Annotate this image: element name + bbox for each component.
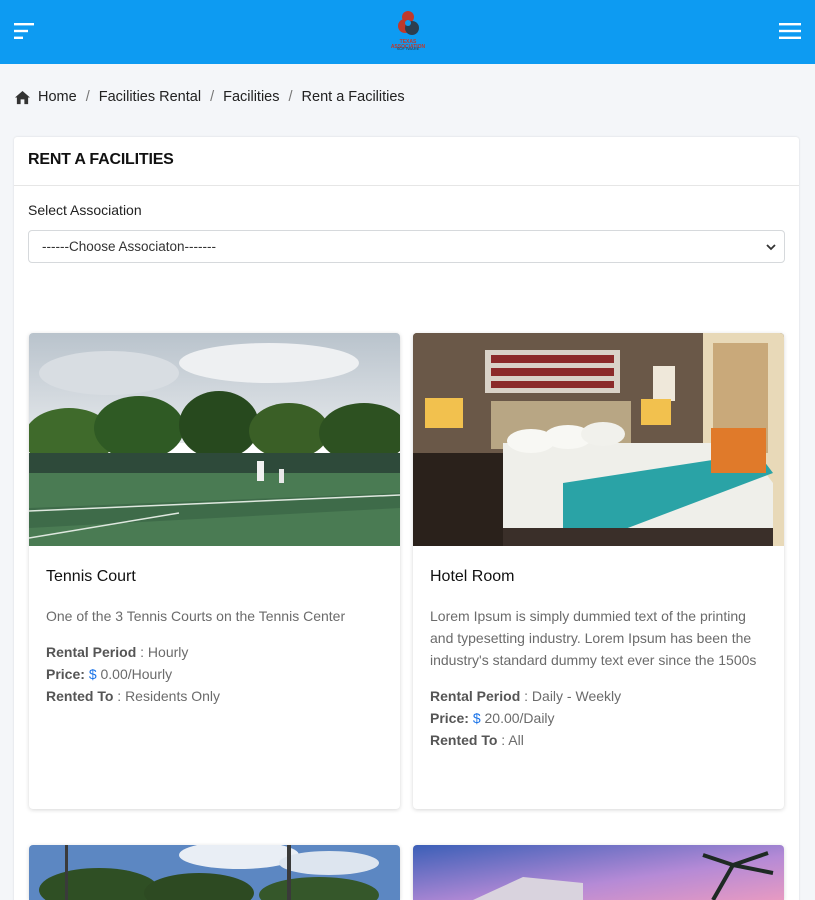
rental-period-row: Rental Period : Daily - Weekly — [430, 685, 767, 707]
home-icon — [15, 90, 30, 104]
facility-details: Rental Period : Hourly Price: $ 0.00/Hou… — [46, 641, 383, 707]
brand-logo[interactable]: TEXAS ASSOCIATION SOFTWARE — [384, 8, 432, 54]
facility-title[interactable]: Hotel Room — [430, 568, 784, 586]
rental-period-row: Rental Period : Hourly — [46, 641, 383, 663]
rented-to-label: Rented To — [430, 732, 498, 748]
currency-symbol: $ — [88, 666, 97, 682]
rental-period-value: : Hourly — [136, 644, 189, 660]
rented-to-row: Rented To : All — [430, 729, 767, 751]
page-title: RENT A FACILITIES — [14, 137, 799, 186]
breadcrumb-separator: / — [288, 89, 293, 105]
top-navbar: TEXAS ASSOCIATION SOFTWARE — [0, 0, 815, 64]
breadcrumb-separator: / — [85, 89, 90, 105]
facility-image-tennis-court — [29, 333, 400, 546]
logo-mark — [398, 11, 419, 35]
rented-to-label: Rented To — [46, 688, 114, 704]
breadcrumb: Home / Facilities Rental / Facilities / … — [14, 87, 405, 107]
facility-details: Rental Period : Daily - Weekly Price: $ … — [430, 685, 767, 751]
facility-image-hotel-room — [413, 333, 784, 546]
facility-description: Lorem Ipsum is simply dummied text of th… — [430, 608, 757, 668]
facility-card-partial-right[interactable] — [413, 845, 784, 900]
breadcrumb-home[interactable]: Home — [38, 89, 77, 105]
menu-icon[interactable] — [779, 22, 801, 40]
logo-line2: SOFTWARE — [396, 46, 420, 51]
rental-period-label: Rental Period — [430, 688, 521, 704]
breadcrumb-current: Rent a Facilities — [301, 89, 405, 105]
facility-description: One of the 3 Tennis Courts on the Tennis… — [46, 608, 346, 624]
price-label: Price: — [430, 710, 469, 726]
association-select-value: ------Choose Associaton------- — [42, 239, 217, 254]
breadcrumb-separator: / — [210, 89, 215, 105]
rented-to-row: Rented To : Residents Only — [46, 685, 383, 707]
price-label: Price: — [46, 666, 85, 682]
price-row: Price: $ 0.00/Hourly — [46, 663, 383, 685]
association-select[interactable]: ------Choose Associaton------- — [28, 230, 785, 263]
rental-period-label: Rental Period — [46, 644, 137, 660]
sidebar-toggle-icon[interactable] — [14, 22, 36, 40]
rented-to-value: : All — [497, 732, 524, 748]
breadcrumb-facilities-rental[interactable]: Facilities Rental — [99, 89, 201, 105]
price-value: 0.00/Hourly — [96, 666, 173, 682]
price-value: 20.00/Daily — [480, 710, 555, 726]
facility-card-partial-left[interactable] — [29, 845, 400, 900]
facility-card-hotel-room[interactable]: Hotel Room Lorem Ipsum is simply dummied… — [413, 333, 784, 809]
rented-to-value: : Residents Only — [113, 688, 221, 704]
select-association-label: Select Association — [28, 202, 142, 218]
facility-image-outdoor — [29, 845, 400, 900]
breadcrumb-facilities[interactable]: Facilities — [223, 89, 279, 105]
facility-card-tennis-court[interactable]: Tennis Court One of the 3 Tennis Courts … — [29, 333, 400, 809]
rental-period-value: : Daily - Weekly — [520, 688, 622, 704]
currency-symbol: $ — [472, 710, 481, 726]
facility-image-pool — [413, 845, 784, 900]
price-row: Price: $ 20.00/Daily — [430, 707, 767, 729]
chevron-down-icon — [766, 244, 776, 251]
facility-title[interactable]: Tennis Court — [46, 568, 400, 586]
